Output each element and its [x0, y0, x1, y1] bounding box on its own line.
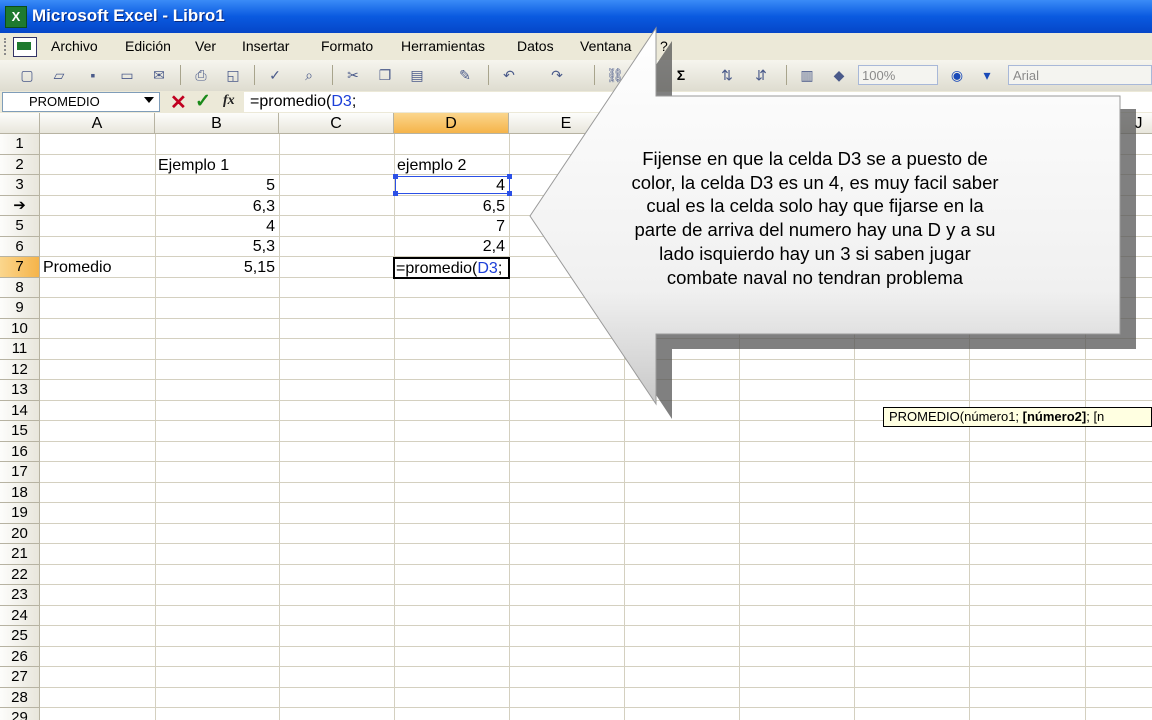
- callout-line: Fijense en que la celda D3 se a puesto d…: [642, 148, 988, 169]
- callout-arrow: [529, 26, 1136, 419]
- callout-line: parte de arriva del numero hay una D y a…: [634, 219, 996, 241]
- callout-line: combate naval no tendran problema: [666, 266, 964, 288]
- callout-line: color, la celda D3 es un 4, es muy facil…: [631, 171, 999, 193]
- callout-line: cual es la celda solo hay que fijarse en…: [646, 195, 984, 217]
- callout-text: Fijense en que la celda D3 se a puesto d…: [573, 147, 1057, 289]
- callout-line: lado isquierdo hay un 3 si saben jugar: [659, 242, 971, 264]
